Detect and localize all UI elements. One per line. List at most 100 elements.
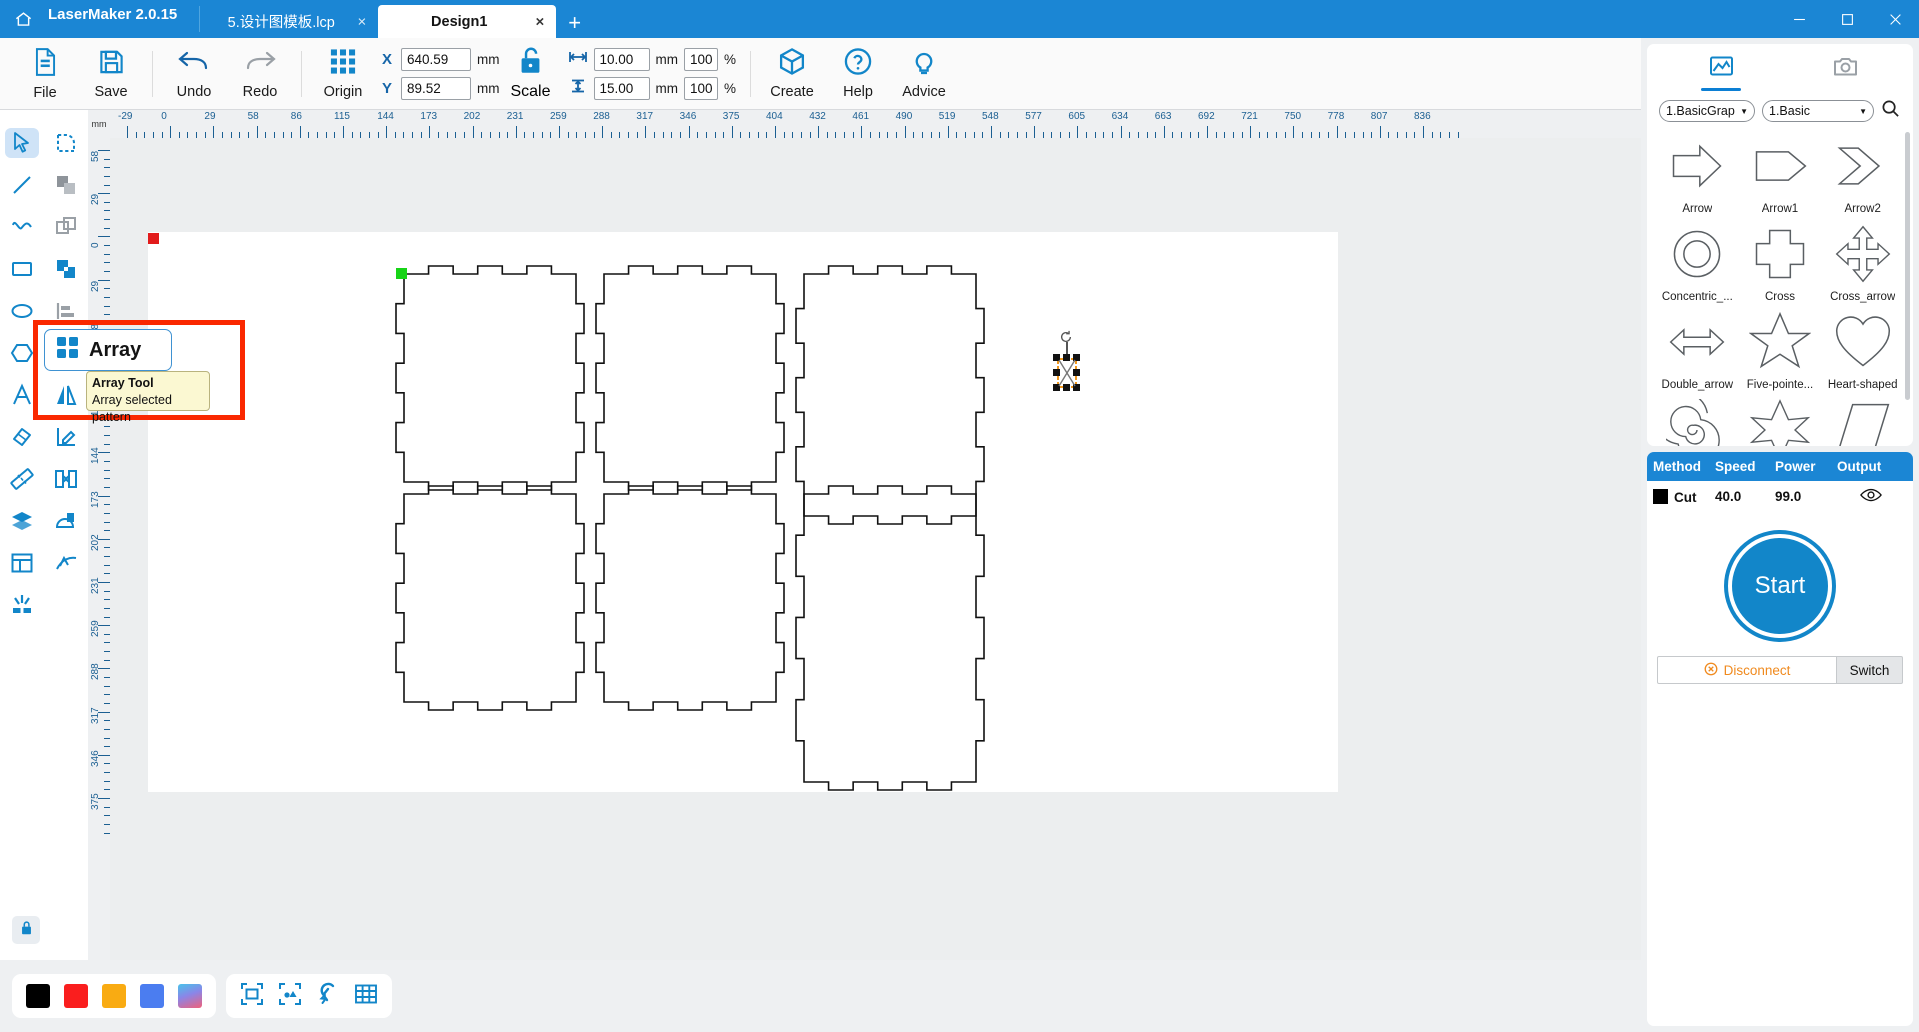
library-scrollbar[interactable] [1905, 132, 1910, 400]
mirror-tool[interactable] [44, 374, 88, 416]
ruler-tick-label: 692 [1198, 111, 1215, 122]
width-input[interactable] [594, 48, 650, 71]
align-tool[interactable] [44, 290, 88, 332]
measure-angle-tool[interactable] [44, 416, 88, 458]
y-input[interactable] [401, 77, 471, 100]
shape-item[interactable]: Arrow2 [1822, 131, 1903, 217]
save-button[interactable]: Save [78, 40, 144, 108]
start-button[interactable]: Start [1728, 534, 1832, 638]
height-percent-input[interactable] [684, 77, 718, 100]
graphics-library-tab[interactable] [1698, 56, 1744, 91]
curve-tool[interactable] [0, 206, 44, 248]
height-input[interactable] [594, 77, 650, 100]
close-icon[interactable]: × [358, 14, 367, 29]
ruler-tick-label: 58 [90, 151, 101, 162]
layer-power-cell[interactable]: 99.0 [1775, 489, 1837, 504]
box-panel-outline[interactable] [396, 266, 584, 490]
shape-item[interactable]: Double_arrow [1657, 307, 1738, 393]
black-swatch[interactable] [26, 984, 50, 1008]
redo-button[interactable]: Redo [227, 40, 293, 108]
array-popup[interactable]: Array [44, 329, 172, 371]
file-button[interactable]: File [12, 40, 78, 108]
subtract-tool[interactable] [44, 206, 88, 248]
distribute-tool[interactable] [44, 458, 88, 500]
shape-item[interactable]: Concentric_... [1657, 219, 1738, 305]
ribbon-divider [750, 51, 751, 97]
home-icon[interactable] [0, 0, 46, 38]
selection-green-handle[interactable] [396, 268, 407, 279]
layer-speed-cell[interactable]: 40.0 [1715, 489, 1775, 504]
disconnect-button[interactable]: Disconnect [1657, 656, 1837, 684]
vertical-ruler[interactable]: 5829029588611514417320223125928831734637… [88, 138, 110, 960]
layer-color-swatch[interactable] [1653, 489, 1668, 504]
line-tool[interactable] [0, 164, 44, 206]
lock-canvas-button[interactable] [12, 916, 40, 944]
subcategory-dropdown[interactable]: 1.Basic ▼ [1762, 100, 1874, 122]
rectangle-tool[interactable] [0, 248, 44, 290]
double-arrow-shape [1666, 311, 1728, 378]
shape-item[interactable]: Cross_arrow [1822, 219, 1903, 305]
switch-button[interactable]: Switch [1837, 656, 1903, 684]
shape-item[interactable]: Heart-shaped [1822, 307, 1903, 393]
shape-item[interactable]: Cross [1740, 219, 1821, 305]
frame-tool[interactable] [0, 542, 44, 584]
add-tab-button[interactable]: + [556, 12, 593, 38]
select-tool[interactable] [0, 122, 44, 164]
ruler-tool[interactable] [0, 458, 44, 500]
create-button[interactable]: Create [759, 40, 825, 108]
path-text-tool[interactable] [44, 542, 88, 584]
advice-button[interactable]: Advice [891, 40, 957, 108]
help-button[interactable]: Help [825, 40, 891, 108]
box-panel-outline[interactable] [796, 486, 984, 790]
polygon-tool[interactable] [0, 332, 44, 374]
blue-swatch[interactable] [140, 984, 164, 1008]
design-canvas[interactable] [110, 138, 1641, 960]
camera-tab[interactable] [1822, 56, 1868, 91]
scale-lock-button[interactable]: Scale [500, 46, 562, 101]
maximize-icon[interactable] [1823, 0, 1871, 38]
intersect-shapes-icon [49, 254, 83, 284]
weld-tool[interactable] [44, 500, 88, 542]
category-dropdown[interactable]: 1.BasicGrap ▼ [1659, 100, 1755, 122]
rotate-handle-widget[interactable] [1048, 330, 1084, 394]
eraser-tool[interactable] [0, 416, 44, 458]
text-tool[interactable] [0, 374, 44, 416]
layers-tool[interactable] [0, 500, 44, 542]
shape-item[interactable]: Helical_line [1657, 395, 1738, 446]
x-input[interactable] [401, 48, 471, 71]
explode-tool[interactable] [0, 584, 44, 626]
node-edit-tool[interactable] [44, 122, 88, 164]
shape-item[interactable]: Hexagonal_... [1740, 395, 1821, 446]
minimize-icon[interactable] [1775, 0, 1823, 38]
undo-button[interactable]: Undo [161, 40, 227, 108]
eye-icon[interactable] [1837, 487, 1905, 506]
box-panel-outline[interactable] [396, 486, 584, 710]
orange-swatch[interactable] [102, 984, 126, 1008]
width-percent-input[interactable] [684, 48, 718, 71]
union-tool[interactable] [44, 164, 88, 206]
search-icon[interactable] [1881, 99, 1900, 123]
close-icon[interactable] [1871, 0, 1919, 38]
red-swatch[interactable] [64, 984, 88, 1008]
shape-item[interactable]: Five-pointe... [1740, 307, 1821, 393]
tab-design-template[interactable]: 5.设计图模板.lcp × [200, 5, 378, 38]
ruler-tick-label: 202 [464, 111, 481, 122]
design-shapes[interactable] [110, 138, 1641, 958]
shape-item[interactable]: Parallelogram [1822, 395, 1903, 446]
select-fit-icon[interactable] [278, 982, 302, 1011]
tab-design1[interactable]: Design1 × [378, 5, 556, 38]
frame-fit-icon[interactable] [240, 982, 264, 1011]
gradient-swatch[interactable] [178, 984, 202, 1008]
box-panel-outline[interactable] [596, 266, 784, 490]
origin-button[interactable]: Origin [310, 40, 376, 108]
grid-icon[interactable] [354, 982, 378, 1011]
box-panel-outline[interactable] [596, 486, 784, 710]
close-icon[interactable]: × [536, 14, 545, 29]
shape-item[interactable]: Arrow [1657, 131, 1738, 217]
ellipse-tool[interactable] [0, 290, 44, 332]
intersect-tool[interactable] [44, 248, 88, 290]
layer-row[interactable]: Cut40.099.0 [1647, 481, 1913, 512]
horizontal-ruler[interactable]: -290295886115144173202231259288317346375… [110, 110, 1641, 138]
shape-item[interactable]: Arrow1 [1740, 131, 1821, 217]
magnet-icon[interactable] [316, 982, 340, 1011]
